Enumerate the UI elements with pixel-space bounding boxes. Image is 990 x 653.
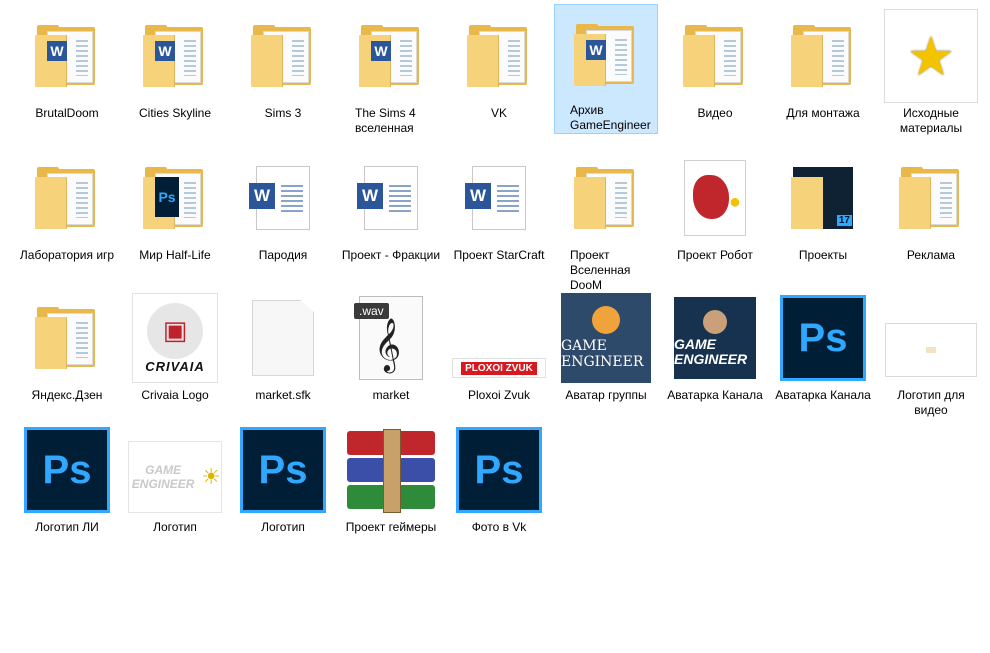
file-item[interactable]: 17 Проекты [771,146,875,263]
file-label: Проект Робот [677,248,753,262]
folder-icon [451,8,547,104]
file-item[interactable]: PLOXOI ZVUK Ploxoi Zvuk [447,286,551,403]
file-label: Аватарка Канала [667,388,763,402]
blank-file-icon [235,290,331,386]
file-item[interactable]: Для монтажа [771,4,875,121]
folder-icon [19,290,115,386]
word-document-icon: W [451,150,547,246]
file-item[interactable]: ● Проект Робот [663,146,767,263]
file-item[interactable]: ★ Исходные материалы [879,4,983,136]
photoshop-file-icon: Ps [235,422,331,518]
file-label: Ploxoi Zvuk [467,388,531,402]
file-label: Яндекс.Дзен [31,388,103,402]
file-label: Исходные материалы [899,106,963,135]
word-folder-icon: W [558,9,654,101]
ps-folder-icon: Ps [127,150,223,246]
file-item[interactable]: ▣ CRIVAIA Crivaia Logo [123,286,227,403]
file-label: Лаборатория игр [19,248,115,262]
file-item[interactable]: Логотип для видео [879,286,983,418]
file-label: market [372,388,410,402]
file-label: Фото в Vk [471,520,527,534]
file-label: Логотип ЛИ [35,520,99,534]
dark-folder-icon: 17 [775,150,871,246]
file-label: VK [490,106,507,120]
file-label: Crivaia Logo [141,388,209,402]
file-item[interactable]: Ps Аватарка Канала [771,286,875,403]
photoshop-file-icon: Ps [775,290,871,386]
file-item[interactable]: GAME ENGINEER Аватарка Канала [663,286,767,403]
wav-file-icon: .wav 𝄞 [343,290,439,386]
file-item[interactable]: VK [447,4,551,121]
file-label: Видео [697,106,733,120]
folder-icon [775,8,871,104]
file-item[interactable]: Проект Вселенная DooM [554,146,658,293]
folder-icon [667,8,763,104]
file-item[interactable]: market.sfk [231,286,335,403]
file-item[interactable]: Ps Фото в Vk [447,418,551,535]
folder-icon [235,8,331,104]
file-label: Проект геймеры [345,520,437,534]
file-item[interactable]: GAME ENGINEER Аватар группы [554,286,658,403]
game-engineer-channel: GAME ENGINEER [667,290,763,386]
image-thumbnail-icon: ● [667,150,763,246]
word-folder-icon: W [19,8,115,104]
photoshop-file-icon: Ps [19,422,115,518]
ploxoi-thumbnail: PLOXOI ZVUK [451,290,547,386]
file-explorer-grid: W BrutalDoom W Cities Skyline Sims 3 W The Sim… [0,0,990,653]
file-item[interactable]: Ps Мир Half-Life [123,146,227,263]
file-label: Логотип [153,520,197,534]
file-label: Мир Half-Life [139,248,211,262]
file-item[interactable]: GAME ENGINEER ☀ Логотип [123,418,227,535]
file-item[interactable]: .wav 𝄞 market [339,286,443,403]
file-item[interactable]: Проект геймеры [339,418,443,535]
word-document-icon: W [235,150,331,246]
file-item[interactable]: W The Sims 4 вселенная [339,4,443,136]
winrar-archive-icon [343,422,439,518]
file-item[interactable]: W Cities Skyline [123,4,227,121]
file-item[interactable]: W Проект - Фракции [339,146,443,263]
star-icon: ★ [883,8,979,104]
file-label: Пародия [258,248,308,262]
crivaia-thumbnail: ▣ CRIVAIA [127,290,223,386]
file-label: Логотип для видео [897,388,965,417]
photoshop-file-icon: Ps [451,422,547,518]
file-item[interactable]: W Пародия [231,146,335,263]
file-label: Архив GameEngineer [570,103,651,132]
file-label: Проект - Фракции [341,248,441,262]
file-label: Реклама [906,248,956,262]
file-item[interactable]: W BrutalDoom [15,4,119,121]
file-item[interactable]: Ps Логотип [231,418,335,535]
file-label: Для монтажа [786,106,860,120]
file-label: Логотип [261,520,305,534]
file-item[interactable]: Реклама [879,146,983,263]
file-label: Аватарка Канала [775,388,871,402]
file-label: The Sims 4 вселенная [355,106,416,135]
file-label: Аватар группы [565,388,647,402]
file-item[interactable]: W Проект StarCraft [447,146,551,263]
file-item[interactable]: Ps Логотип ЛИ [15,418,119,535]
game-engineer-avatar: GAME ENGINEER [558,290,654,386]
word-folder-icon: W [343,8,439,104]
word-document-icon: W [343,150,439,246]
file-label: BrutalDoom [35,106,99,120]
word-folder-icon: W [127,8,223,104]
file-item[interactable]: Sims 3 [231,4,335,121]
file-label: market.sfk [255,388,311,402]
folder-icon [19,150,115,246]
file-label: Cities Skyline [138,106,212,120]
game-engineer-logo: GAME ENGINEER ☀ [127,422,223,518]
file-item[interactable]: Видео [663,4,767,121]
file-label: Проекты [798,248,848,262]
file-label: Проект StarCraft [453,248,545,262]
file-label: Sims 3 [264,106,302,120]
file-item[interactable]: Лаборатория игр [15,146,119,263]
file-item[interactable]: Яндекс.Дзен [15,286,119,403]
file-item[interactable]: W Архив GameEngineer [554,4,658,134]
folder-icon [883,150,979,246]
logo-video-thumbnail [883,290,979,386]
folder-icon [558,150,654,246]
